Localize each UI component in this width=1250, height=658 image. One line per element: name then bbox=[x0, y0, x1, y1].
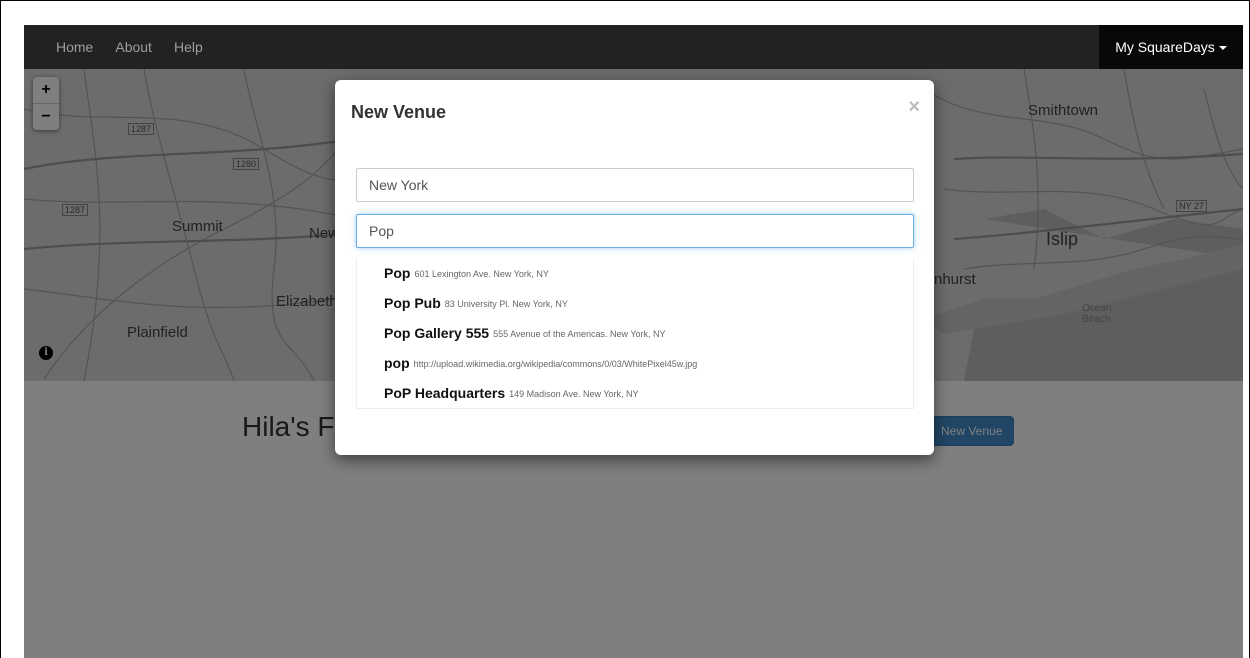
suggestion-address: 149 Madison Ave. New York, NY bbox=[509, 389, 639, 399]
suggestion-item[interactable]: Pop Pub 83 University Pl. New York, NY bbox=[357, 288, 913, 318]
suggestion-name: Pop bbox=[384, 265, 411, 281]
user-menu-dropdown[interactable]: My SquareDays bbox=[1099, 25, 1243, 69]
suggestion-item[interactable]: Pop Gallery 555 555 Avenue of the Americ… bbox=[357, 318, 913, 348]
suggestion-item[interactable]: PoP Headquarters 149 Madison Ave. New Yo… bbox=[357, 378, 913, 408]
modal-title: New Venue bbox=[351, 102, 447, 122]
nav-home-link[interactable]: Home bbox=[56, 39, 93, 55]
suggestion-name: Pop Pub bbox=[384, 295, 441, 311]
nav-about-link[interactable]: About bbox=[115, 39, 152, 55]
navbar: Home About Help My SquareDays bbox=[24, 25, 1243, 69]
user-menu-label: My SquareDays bbox=[1115, 39, 1215, 55]
venue-search-input[interactable] bbox=[356, 214, 914, 248]
app-window: Home About Help My SquareDays New Venue … bbox=[24, 25, 1243, 658]
city-input[interactable] bbox=[356, 168, 914, 202]
nav-help-link[interactable]: Help bbox=[174, 39, 203, 55]
suggestion-address: http://upload.wikimedia.org/wikipedia/co… bbox=[413, 359, 698, 369]
nav-links: Home About Help bbox=[56, 25, 203, 69]
suggestion-item[interactable]: Pop 601 Lexington Ave. New York, NY bbox=[357, 258, 913, 288]
caret-down-icon bbox=[1218, 46, 1227, 50]
suggestion-name: pop bbox=[384, 355, 410, 371]
suggestion-name: PoP Headquarters bbox=[384, 385, 506, 401]
suggestion-item[interactable]: pop http://upload.wikimedia.org/wikipedi… bbox=[357, 348, 913, 378]
close-icon[interactable]: × bbox=[908, 96, 920, 119]
venue-suggestions-list: Pop 601 Lexington Ave. New York, NY Pop … bbox=[356, 258, 914, 409]
suggestion-name: Pop Gallery 555 bbox=[384, 325, 490, 341]
suggestion-address: 555 Avenue of the Americas. New York, NY bbox=[493, 329, 666, 339]
suggestion-address: 83 University Pl. New York, NY bbox=[444, 299, 568, 309]
suggestion-address: 601 Lexington Ave. New York, NY bbox=[414, 269, 549, 279]
new-venue-modal: New Venue × Pop 601 Lexington Ave. New Y… bbox=[335, 80, 934, 455]
